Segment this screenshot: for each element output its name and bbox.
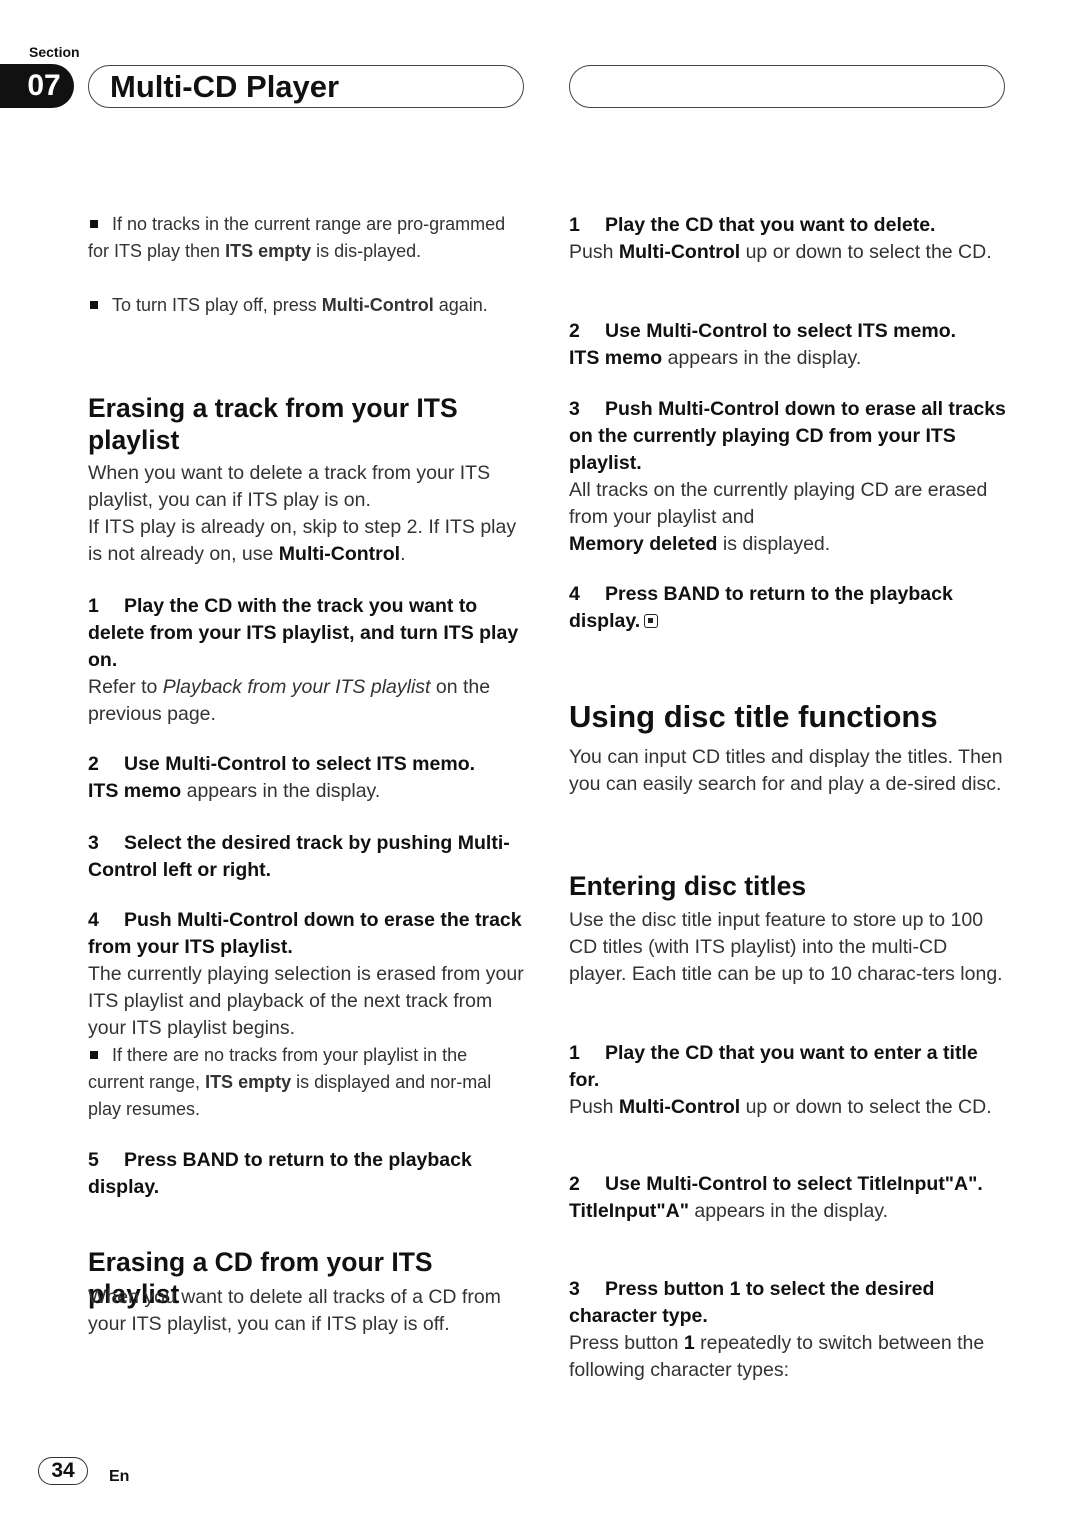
bullet-square-icon — [90, 220, 98, 228]
chapter-title-pill: Multi-CD Player — [88, 65, 524, 108]
entering-step-3: 3 Press button 1 to select the desired ch… — [569, 1278, 985, 1381]
section-label: Section — [29, 44, 80, 60]
heading-erase-track: Erasing a track from your ITS playlist — [88, 393, 458, 455]
erase-track-intro2: If ITS play is already on, skip to step … — [88, 516, 517, 565]
entering-step-1: 1 Play the CD that you want to enter a ti… — [569, 1042, 992, 1118]
heading-disc-title-functions: Using disc title functions — [569, 699, 938, 734]
heading-entering-disc-titles: Entering disc titles — [569, 871, 807, 901]
section-number-badge: 07 — [0, 64, 74, 108]
erase-track-step-3: 3 Select the desired track by pushing Mul… — [88, 832, 510, 881]
note-turn-off: To turn ITS play off, press Multi-Contro… — [88, 292, 528, 319]
bullet-square-icon — [90, 1051, 98, 1059]
end-of-section-icon — [644, 614, 659, 628]
chapter-title: Multi-CD Player — [110, 69, 340, 104]
bullet-square-icon — [90, 301, 98, 309]
entering-intro: Use the disc title input feature to stor… — [569, 909, 1003, 985]
entering-step-2: 2 Use Multi-Control to select TitleInput"… — [569, 1173, 983, 1222]
erase-track-step-4: 4 Push Multi-Control down to erase the tr… — [88, 909, 524, 1119]
empty-header-pill — [569, 65, 1005, 108]
erase-track-step-5: 5 Press BAND to return to the playback di… — [88, 1149, 472, 1198]
note-its-empty: If no tracks in the current range are pr… — [88, 214, 506, 261]
erase-cd-step-2: 2 Use Multi-Control to select ITS memo. I… — [569, 320, 957, 369]
erase-track-step-2: 2 Use Multi-Control to select ITS memo. I… — [88, 753, 476, 802]
disc-title-intro: You can input CD titles and display the … — [569, 746, 1003, 795]
erase-cd-step-1: 1 Play the CD that you want to delete. Pu… — [569, 214, 992, 263]
erase-cd-step-4: 4 Press BAND to return to the playback di… — [569, 583, 953, 632]
language-label: En — [109, 1468, 130, 1485]
erase-track-intro: When you want to delete a track from you… — [88, 462, 491, 511]
erase-cd-step-3: 3 Push Multi-Control down to erase all tr… — [569, 398, 1006, 555]
erase-track-step-1: 1 Play the CD with the track you want to … — [88, 595, 519, 725]
erase-cd-intro: When you want to delete all tracks of a … — [88, 1286, 501, 1335]
page-number: 34 — [38, 1457, 88, 1485]
